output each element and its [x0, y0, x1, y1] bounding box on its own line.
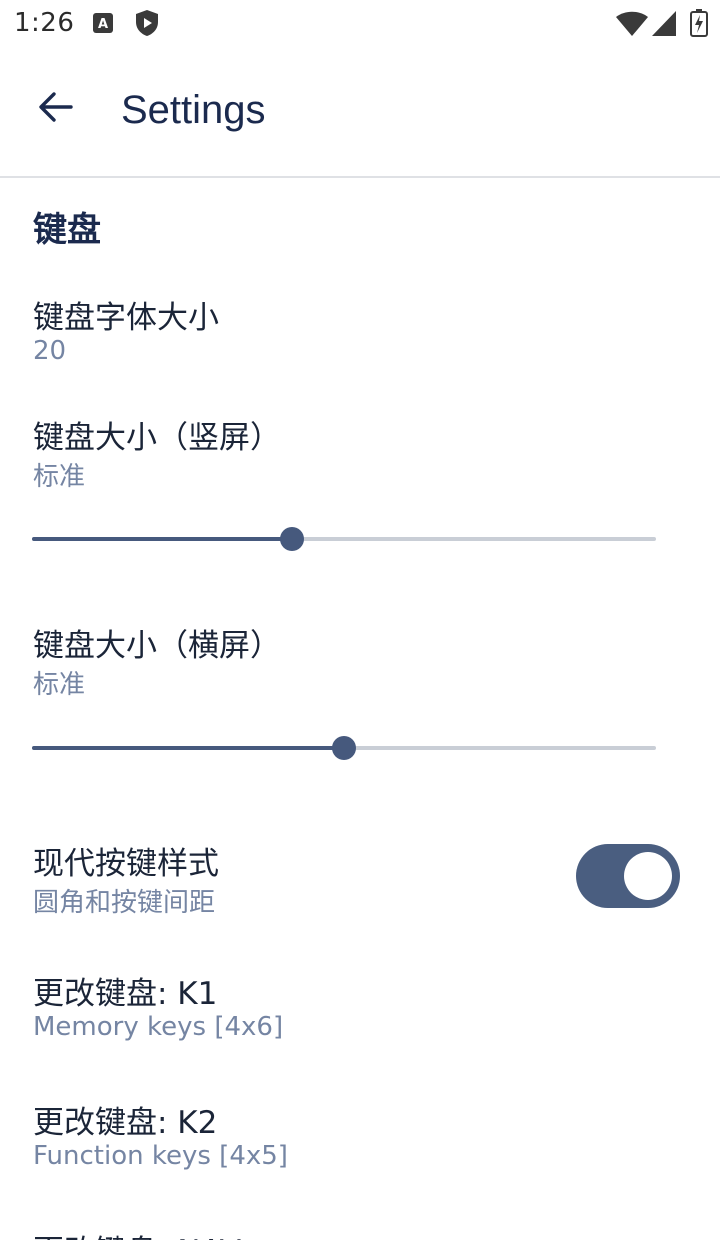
slider-thumb[interactable]: [280, 527, 305, 551]
pref-title: 键盘大小（竖屏）: [33, 420, 281, 456]
page-title: Settings: [121, 88, 266, 132]
pref-summary: 圆角和按键间距: [33, 888, 216, 918]
battery-charging-icon: [690, 9, 708, 41]
cell-signal-icon: [652, 11, 676, 41]
pref-title: 更改键盘: K1: [33, 976, 218, 1012]
slider-thumb[interactable]: [332, 736, 356, 760]
pref-keyboard-font-size[interactable]: 键盘字体大小 20: [0, 280, 720, 384]
pref-summary: 标准: [33, 670, 86, 700]
pref-summary: Function keys [4x5]: [33, 1141, 288, 1171]
slider-fill: [32, 537, 293, 541]
pref-change-keyboard-nav[interactable]: 更改键盘: NAV: [0, 1214, 720, 1240]
pref-title: 键盘大小（横屏）: [33, 628, 281, 664]
section-header-keyboard: 键盘: [33, 210, 101, 250]
app-bar-divider: [0, 176, 720, 178]
keyboard-size-landscape-slider[interactable]: [32, 733, 656, 763]
pref-keyboard-size-landscape[interactable]: 键盘大小（横屏） 标准: [0, 608, 720, 708]
pref-summary: 标准: [33, 462, 86, 492]
pref-summary: 20: [33, 336, 67, 366]
shield-play-icon: [135, 9, 159, 41]
app-bar: Settings: [0, 48, 720, 177]
notification-a-icon: A: [92, 12, 114, 38]
svg-text:A: A: [98, 17, 108, 32]
keyboard-size-portrait-slider[interactable]: [32, 524, 656, 554]
pref-title: 现代按键样式: [33, 846, 219, 882]
arrow-left-icon: [37, 91, 73, 127]
switch-knob: [624, 852, 672, 900]
pref-keyboard-size-portrait[interactable]: 键盘大小（竖屏） 标准: [0, 400, 720, 500]
pref-title: 更改键盘: K2: [33, 1105, 218, 1141]
pref-summary: Memory keys [4x6]: [33, 1012, 284, 1042]
pref-title: 键盘字体大小: [33, 300, 219, 336]
wifi-icon: [616, 11, 648, 41]
status-time: 1:26: [14, 8, 75, 38]
pref-change-keyboard-k2[interactable]: 更改键盘: K2 Function keys [4x5]: [0, 1085, 720, 1185]
pref-change-keyboard-k1[interactable]: 更改键盘: K1 Memory keys [4x6]: [0, 956, 720, 1056]
pref-title: 更改键盘: NAV: [33, 1226, 241, 1240]
status-bar: 1:26 A: [0, 0, 720, 48]
modern-key-style-switch[interactable]: [576, 844, 680, 908]
back-button[interactable]: [22, 76, 88, 142]
slider-fill: [32, 746, 344, 750]
